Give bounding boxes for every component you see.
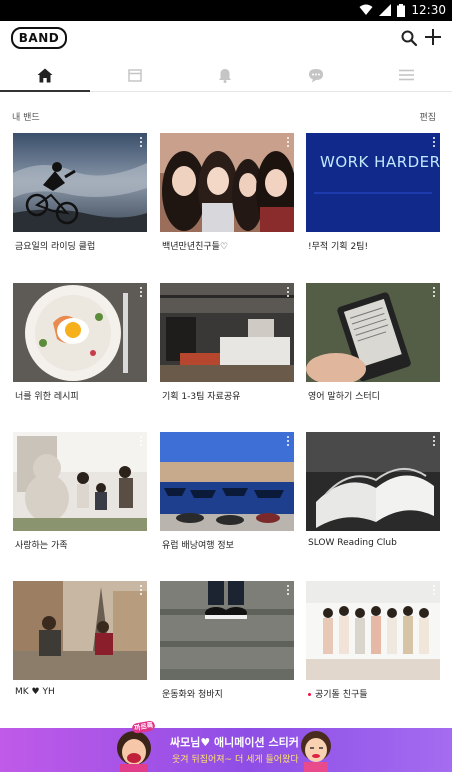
more-options-icon[interactable] (139, 137, 143, 149)
banner-title: 싸모님♥ 애니메이션 스티커 (170, 736, 299, 749)
band-name: MK ♥ YH (15, 687, 55, 697)
band-name: 공기돌 친구들 (306, 687, 440, 700)
band-name: 금요일의 라이딩 클럽 (15, 242, 96, 252)
band-cover[interactable] (13, 432, 147, 531)
signal-icon (379, 4, 392, 16)
band-card[interactable]: 유럽 배낭여행 정보 (160, 432, 294, 551)
more-options-icon[interactable] (139, 436, 143, 448)
more-options-icon[interactable] (139, 585, 143, 597)
band-card[interactable]: WORK HARDER !무적 기획 2팀! (306, 133, 440, 252)
my-bands-header: 내 밴드 편집 (0, 108, 452, 126)
search-icon (401, 30, 418, 47)
more-options-icon[interactable] (432, 137, 436, 149)
add-button[interactable] (423, 27, 443, 47)
cartoon-woman-right-illustration (301, 731, 331, 772)
plus-icon (425, 29, 441, 45)
more-options-icon[interactable] (432, 287, 436, 299)
neon-sign-text: WORK HARDER (320, 153, 440, 171)
tab-feed[interactable] (90, 59, 180, 91)
band-cover[interactable] (306, 432, 440, 531)
chat-icon (309, 68, 323, 82)
banner-subtitle: 웃겨 뒤집어져~ 더 세게 들어왔다 (172, 755, 299, 765)
band-card[interactable]: 운동화와 청바지 (160, 581, 294, 700)
band-cover[interactable]: WORK HARDER (306, 133, 440, 232)
band-card[interactable]: 너를 위한 레시피 (13, 283, 147, 402)
band-cover[interactable] (13, 283, 147, 382)
band-cover[interactable] (160, 283, 294, 382)
band-name: 기획 1-3팀 자료공유 (162, 392, 241, 402)
more-options-icon[interactable] (286, 436, 290, 448)
bell-icon (219, 68, 231, 83)
more-options-icon[interactable] (286, 137, 290, 149)
new-indicator-dot (308, 693, 311, 696)
friends-group-cover-image (306, 581, 440, 680)
cycling-cover-image (13, 133, 147, 232)
band-card[interactable]: 영어 말하기 스터디 (306, 283, 440, 402)
band-name: !무적 기획 2팀! (308, 242, 369, 252)
band-logo: BAND (11, 27, 67, 49)
feed-icon (128, 68, 142, 82)
band-cover[interactable] (13, 581, 147, 680)
band-card[interactable]: 백년만년친구들♡ (160, 133, 294, 252)
band-card[interactable]: SLOW Reading Club (306, 432, 440, 548)
wifi-icon (359, 4, 373, 15)
menu-icon (398, 69, 414, 81)
couple-cover-image (13, 581, 147, 680)
sneakers-cover-image (160, 581, 294, 680)
recipe-cover-image (13, 283, 147, 382)
band-cover[interactable] (160, 581, 294, 680)
cartoon-woman-left-illustration (117, 731, 151, 772)
tab-menu[interactable] (361, 59, 451, 91)
app-bar: BAND (0, 21, 452, 59)
office-cover-image (160, 283, 294, 382)
band-cover[interactable] (160, 133, 294, 232)
band-card[interactable]: 기획 1-3팀 자료공유 (160, 283, 294, 402)
band-cover[interactable] (160, 432, 294, 531)
travel-cover-image (160, 432, 294, 531)
band-cover[interactable] (306, 283, 440, 382)
band-name: 유럽 배낭여행 정보 (162, 541, 234, 551)
tab-home[interactable] (0, 59, 90, 92)
edit-button[interactable]: 편집 (419, 110, 436, 123)
band-name: 사랑하는 가족 (15, 541, 68, 551)
status-icons: 12:30 (359, 3, 446, 17)
home-icon (37, 68, 53, 82)
neon-sign-cover-image: WORK HARDER (306, 133, 440, 232)
more-options-icon[interactable] (139, 287, 143, 299)
tab-bar (0, 59, 452, 92)
sticker-ad-banner[interactable]: 까르륵 싸모님♥ 애니메이션 스티커 웃겨 뒤집어져~ 더 세게 들어왔다 (0, 720, 452, 772)
section-title: 내 밴드 (12, 113, 40, 123)
tab-chat[interactable] (271, 59, 361, 91)
band-name: 백년만년친구들♡ (162, 242, 229, 252)
band-card[interactable]: MK ♥ YH (13, 581, 147, 697)
book-cover-image (306, 432, 440, 531)
search-button[interactable] (400, 29, 418, 47)
battery-icon (397, 3, 406, 17)
clock: 12:30 (411, 3, 446, 17)
band-cover[interactable] (13, 133, 147, 232)
more-options-icon[interactable] (286, 585, 290, 597)
more-options-icon[interactable] (286, 287, 290, 299)
status-bar: 12:30 (0, 0, 452, 21)
band-name: SLOW Reading Club (308, 538, 397, 548)
friends-cover-image (160, 133, 294, 232)
more-options-icon[interactable] (432, 585, 436, 597)
band-card[interactable]: 사랑하는 가족 (13, 432, 147, 551)
band-name: 영어 말하기 스터디 (308, 392, 380, 402)
band-cover[interactable] (306, 581, 440, 680)
tab-notifications[interactable] (180, 59, 270, 91)
band-card[interactable]: 금요일의 라이딩 클럽 (13, 133, 147, 252)
band-name: 운동화와 청바지 (162, 690, 223, 700)
band-name-text: 공기돌 친구들 (315, 690, 368, 700)
more-options-icon[interactable] (432, 436, 436, 448)
band-card[interactable]: 공기돌 친구들 (306, 581, 440, 700)
band-name: 너를 위한 레시피 (15, 392, 79, 402)
ereader-cover-image (306, 283, 440, 382)
family-cover-image (13, 432, 147, 531)
